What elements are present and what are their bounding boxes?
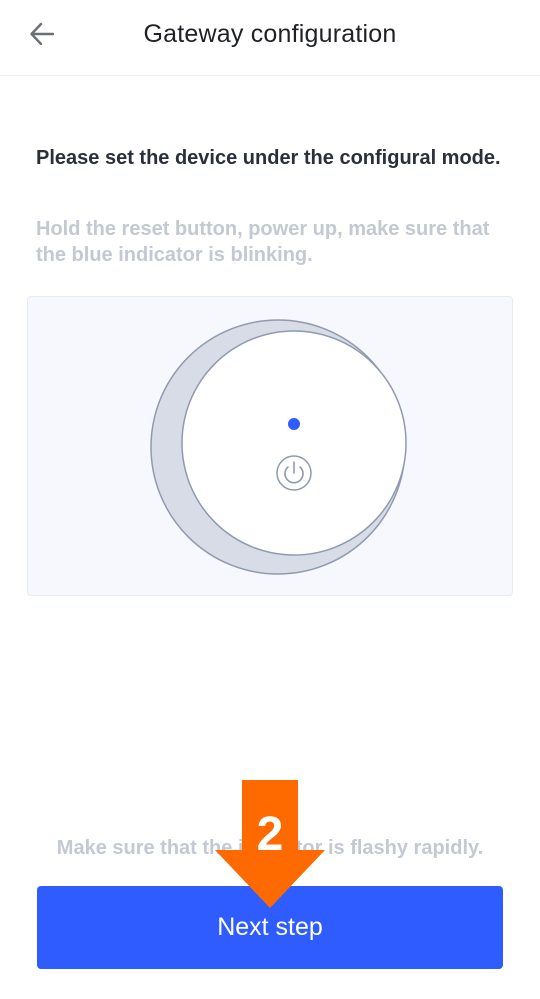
power-icon <box>276 455 312 491</box>
gateway-config-screen: Gateway configuration Please set the dev… <box>0 0 540 999</box>
header-bar: Gateway configuration <box>0 0 540 76</box>
gateway-device-image <box>150 319 407 575</box>
indicator-light <box>288 418 300 430</box>
instruction-subtext: Hold the reset button, power up, make su… <box>36 218 490 266</box>
indicator-hint: Make sure that the indicator is flashy r… <box>56 837 484 859</box>
next-step-button[interactable]: Next step <box>37 886 503 969</box>
device-top-face <box>181 330 407 556</box>
instruction-heading: Please set the device under the configur… <box>36 147 501 169</box>
page-title: Gateway configuration <box>143 20 397 48</box>
device-illustration <box>27 296 513 596</box>
